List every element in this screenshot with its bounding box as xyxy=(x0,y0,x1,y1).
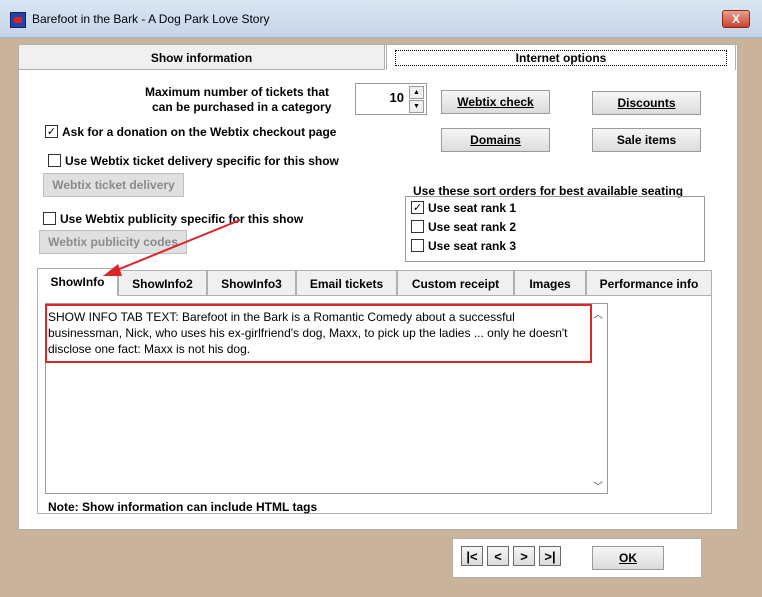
next-record-button[interactable]: > xyxy=(513,546,535,566)
first-record-button[interactable]: |< xyxy=(461,546,483,566)
last-record-button[interactable]: >| xyxy=(539,546,561,566)
previous-record-button[interactable]: < xyxy=(487,546,509,566)
ok-button[interactable]: OK xyxy=(592,546,664,570)
html-note: Note: Show information can include HTML … xyxy=(48,500,318,514)
ok-label: OK xyxy=(619,551,637,565)
